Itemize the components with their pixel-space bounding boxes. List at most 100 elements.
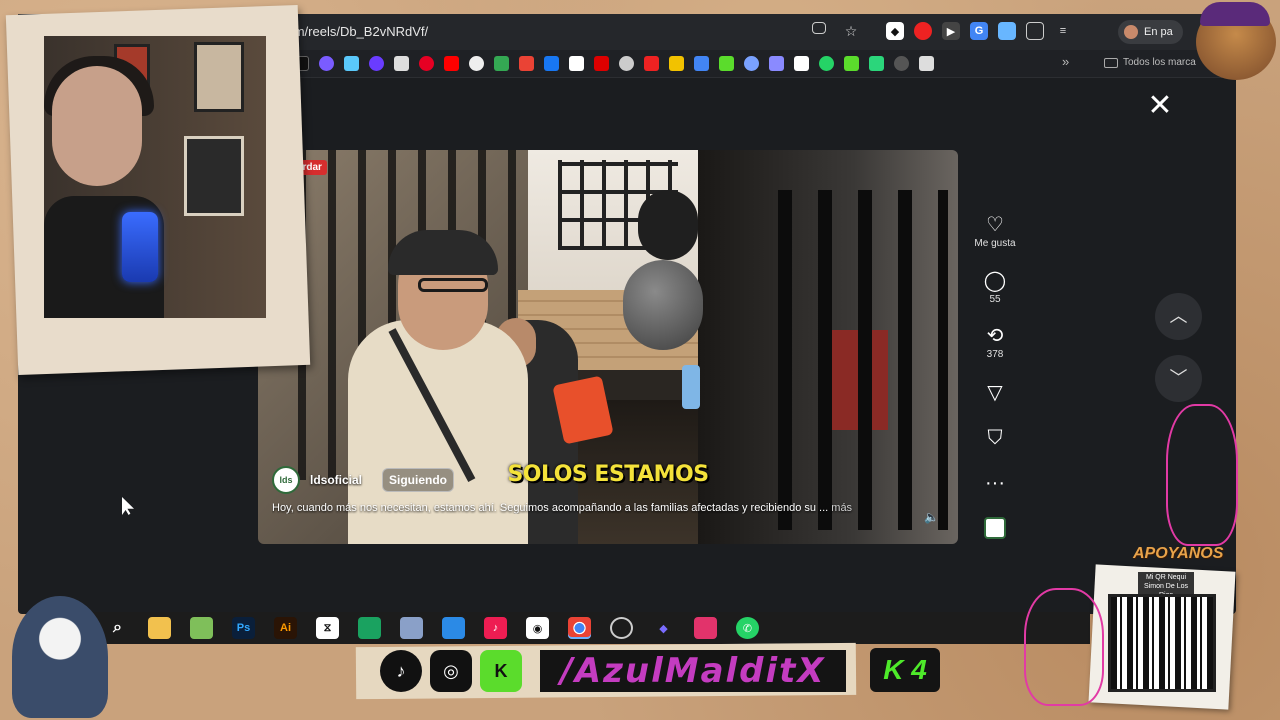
more-bookmarks-icon[interactable]: »	[1062, 54, 1069, 69]
app-icon[interactable]: ◉	[526, 617, 549, 639]
reel-video[interactable]: Guardar SOLOS ESTAMOS lds ldsoficial Sig…	[258, 150, 958, 544]
photoshop-icon[interactable]: Ps	[232, 617, 255, 639]
bookmark-icon[interactable]	[519, 56, 534, 71]
bookmark-star-icon[interactable]: ☆	[842, 22, 860, 40]
devil-doodle-icon	[1024, 588, 1104, 706]
bookmark-icon[interactable]	[794, 56, 809, 71]
app-icon[interactable]	[610, 617, 633, 639]
heart-icon: ♡	[986, 214, 1004, 236]
bookmark-icons	[294, 56, 934, 71]
bookmark-icon[interactable]	[844, 56, 859, 71]
app-icon[interactable]	[190, 617, 213, 639]
author-name[interactable]: ldsoficial	[310, 473, 362, 487]
extensions-bar: ◆ ▶ G ≡	[886, 22, 1072, 40]
reel-caption: Hoy, cuando más nos necesitan, estamos a…	[272, 502, 912, 514]
volume-icon[interactable]: 🔈	[924, 510, 939, 524]
extension-icon[interactable]: ▶	[942, 22, 960, 40]
capcut-icon[interactable]: ⧖	[316, 617, 339, 639]
audio-avatar[interactable]	[984, 517, 1006, 539]
like-label: Me gusta	[974, 238, 1016, 249]
save-button[interactable]: ⛉	[964, 425, 1026, 451]
paint-icon[interactable]	[400, 617, 423, 639]
folder-icon	[1104, 57, 1118, 68]
comment-button[interactable]: ◯ 55	[964, 268, 1026, 305]
illustrator-icon[interactable]: Ai	[274, 617, 297, 639]
tiktok-icon[interactable]: ♪	[484, 617, 507, 639]
comment-count: 55	[989, 294, 1001, 305]
bookmark-icon[interactable]	[394, 56, 409, 71]
bookmark-icon[interactable]	[594, 56, 609, 71]
comment-icon: ◯	[983, 270, 1007, 292]
caption-more-link[interactable]: más	[831, 502, 852, 514]
bookmark-icon[interactable]	[469, 56, 484, 71]
caption-text: Hoy, cuando más nos necesitan, estamos a…	[272, 502, 829, 514]
extension-icon[interactable]	[914, 22, 932, 40]
whatsapp-icon[interactable]: ✆	[736, 617, 759, 639]
search-icon[interactable]: ⌕	[106, 617, 129, 639]
support-title: APOYANOS	[1133, 545, 1224, 562]
bookmark-icon: ⛉	[987, 427, 1003, 449]
like-button[interactable]: ♡ Me gusta	[964, 212, 1026, 249]
extension-icon[interactable]: ◆	[886, 22, 904, 40]
bookmark-icon[interactable]	[619, 56, 634, 71]
bookmark-icon[interactable]	[644, 56, 659, 71]
author-avatar[interactable]: lds	[272, 466, 300, 494]
media-control-icon[interactable]: ≡	[1054, 22, 1072, 40]
bookmark-icon[interactable]	[319, 56, 334, 71]
file-explorer-icon[interactable]	[148, 617, 171, 639]
install-app-icon[interactable]	[812, 22, 826, 34]
bookmark-icon[interactable]	[344, 56, 359, 71]
bookmark-icon[interactable]	[369, 56, 384, 71]
next-reel-button[interactable]: ﹀	[1155, 355, 1202, 402]
puzzle-icon[interactable]	[1026, 22, 1044, 40]
more-icon: ···	[985, 472, 1005, 494]
k4-badge: K 4	[870, 648, 940, 692]
bookmark-icon[interactable]	[769, 56, 784, 71]
bookmark-icon[interactable]	[569, 56, 584, 71]
following-button[interactable]: Siguiendo	[382, 468, 455, 492]
reaper-mascot-icon	[12, 596, 108, 718]
bookmark-icon[interactable]	[494, 56, 509, 71]
address-bar-actions: ☆	[812, 22, 860, 40]
channel-handle-box: /AzulMalditX	[540, 650, 846, 692]
profile-chip[interactable]: En pa	[1118, 20, 1183, 44]
chrome-icon[interactable]	[568, 617, 591, 639]
bookmark-icon[interactable]	[444, 56, 459, 71]
app-icon[interactable]	[694, 617, 717, 639]
bookmark-icon[interactable]	[894, 56, 909, 71]
bookmark-icon[interactable]	[869, 56, 884, 71]
close-icon[interactable]: ✕	[1146, 91, 1174, 121]
share-button[interactable]: ▽	[964, 380, 1026, 406]
bookmarks-folder[interactable]: Todos los marca	[1104, 57, 1196, 68]
bookmark-icon[interactable]	[744, 56, 759, 71]
bookmark-icon[interactable]	[719, 56, 734, 71]
tiktok-logo-icon: ♪	[380, 650, 422, 692]
bookmark-icon[interactable]	[919, 56, 934, 71]
bookmark-icon[interactable]	[544, 56, 559, 71]
app-icon[interactable]: ◆	[652, 617, 675, 639]
webcam-feed	[44, 36, 266, 318]
bookmark-icon[interactable]	[694, 56, 709, 71]
mascot-hat-icon	[1200, 2, 1270, 26]
repost-icon: ⟲	[986, 325, 1004, 347]
bookmark-icon[interactable]	[419, 56, 434, 71]
profile-avatar	[1124, 25, 1138, 39]
bookmark-icon[interactable]	[819, 56, 834, 71]
kick-logo-icon: K	[480, 650, 522, 692]
app-icon[interactable]	[358, 617, 381, 639]
previous-reel-button[interactable]: ︿	[1155, 293, 1202, 340]
send-icon: ▽	[987, 382, 1003, 404]
repost-button[interactable]: ⟲ 378	[964, 323, 1026, 360]
bookmarks-folder-label: Todos los marca	[1123, 57, 1196, 68]
devil-doodle-icon	[1166, 404, 1238, 546]
qr-code	[1108, 594, 1216, 692]
app-icon[interactable]	[442, 617, 465, 639]
taskbar-apps: ⌕ Ps Ai ⧖ ♪ ◉ ◆ ✆	[106, 617, 759, 639]
extension-icon[interactable]	[998, 22, 1016, 40]
bookmark-icon[interactable]	[669, 56, 684, 71]
more-button[interactable]: ···	[964, 470, 1026, 496]
channel-handle: /AzulMalditX	[560, 651, 826, 691]
translate-icon[interactable]: G	[970, 22, 988, 40]
repost-count: 378	[986, 349, 1004, 360]
author-row: lds ldsoficial Siguiendo	[272, 466, 455, 494]
